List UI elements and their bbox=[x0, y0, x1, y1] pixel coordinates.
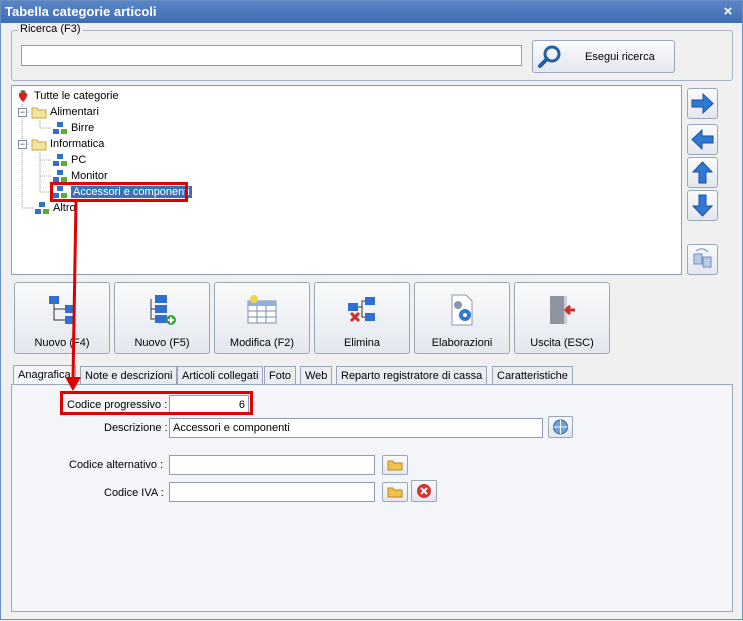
gear-document-icon bbox=[451, 294, 473, 326]
category-icon bbox=[53, 154, 67, 167]
descrizione-field[interactable]: Accessori e componenti bbox=[169, 418, 543, 438]
category-table-window: Tabella categorie articoli × Ricerca (F3… bbox=[0, 0, 743, 620]
search-button[interactable]: Esegui ricerca bbox=[532, 40, 675, 73]
expander-informatica[interactable]: − bbox=[18, 140, 27, 149]
folder-open-icon bbox=[387, 487, 403, 498]
search-icon bbox=[538, 45, 561, 68]
category-icon bbox=[35, 202, 49, 215]
tab-foto[interactable]: Foto bbox=[264, 366, 297, 385]
close-button[interactable]: × bbox=[720, 1, 736, 23]
tab-web[interactable]: Web bbox=[300, 366, 333, 385]
edit-f2-button[interactable]: Modifica (F2) bbox=[214, 282, 310, 354]
move-left-button[interactable] bbox=[687, 124, 718, 155]
arrow-left-icon bbox=[691, 128, 714, 151]
tree-item-label: Monitor bbox=[71, 170, 108, 183]
category-tree[interactable]: − − Tutte le categorie Alimentari Birre … bbox=[11, 85, 682, 275]
tree-item-birre[interactable]: Birre bbox=[52, 120, 94, 136]
delete-label: Elimina bbox=[343, 337, 381, 349]
search-button-label: Esegui ricerca bbox=[585, 51, 655, 63]
new-child-icon bbox=[150, 295, 176, 325]
exit-label: Uscita (ESC) bbox=[530, 337, 594, 349]
highlight-codice-progressivo bbox=[60, 391, 253, 415]
exit-door-icon bbox=[550, 296, 575, 324]
window-title: Tabella categorie articoli bbox=[5, 4, 157, 19]
arrow-right-icon bbox=[691, 92, 714, 115]
title-bar: Tabella categorie articoli × bbox=[1, 1, 742, 23]
codice-alternativo-label: Codice alternativo : bbox=[69, 459, 164, 471]
category-icon bbox=[53, 122, 67, 135]
globe-icon bbox=[553, 419, 568, 435]
tree-item-altro[interactable]: Altro bbox=[34, 200, 76, 216]
processing-label: Elaborazioni bbox=[431, 337, 493, 349]
clear-icon bbox=[417, 484, 431, 498]
highlight-selected-category bbox=[50, 182, 188, 202]
folder-icon bbox=[31, 107, 47, 119]
tab-reparto-registratore[interactable]: Reparto registratore di cassa bbox=[336, 366, 488, 385]
new-f4-label: Nuovo (F4) bbox=[34, 337, 90, 349]
tree-item-informatica[interactable]: Informatica bbox=[31, 136, 104, 152]
move-right-button[interactable] bbox=[687, 88, 718, 119]
edit-table-icon bbox=[247, 295, 277, 324]
exit-button[interactable]: Uscita (ESC) bbox=[514, 282, 610, 354]
new-f5-label: Nuovo (F5) bbox=[134, 337, 190, 349]
tree-item-label: Tutte le categorie bbox=[34, 90, 119, 103]
tab-caratteristiche[interactable]: Caratteristiche bbox=[492, 366, 573, 385]
search-input[interactable] bbox=[21, 45, 522, 66]
move-down-button[interactable] bbox=[687, 190, 718, 221]
arrow-down-icon bbox=[691, 194, 714, 217]
new-f4-button[interactable]: Nuovo (F4) bbox=[14, 282, 110, 354]
translate-button[interactable] bbox=[548, 416, 573, 438]
tree-item-label: Birre bbox=[71, 122, 95, 135]
codice-iva-clear-button[interactable] bbox=[411, 480, 437, 502]
descrizione-label: Descrizione : bbox=[104, 422, 168, 434]
tab-note-e-descrizioni[interactable]: Note e descrizioni bbox=[80, 366, 178, 385]
new-sibling-icon bbox=[49, 296, 75, 324]
swap-button[interactable] bbox=[687, 244, 718, 275]
codice-alternativo-browse-button[interactable] bbox=[382, 455, 408, 475]
codice-iva-field[interactable] bbox=[169, 482, 375, 502]
folder-open-icon bbox=[387, 460, 403, 471]
delete-button[interactable]: Elimina bbox=[314, 282, 410, 354]
expander-alimentari[interactable]: − bbox=[18, 108, 27, 117]
delete-node-icon bbox=[348, 297, 375, 323]
folder-icon bbox=[31, 139, 47, 151]
tree-item-alimentari[interactable]: Alimentari bbox=[31, 104, 99, 120]
tree-item-label: Informatica bbox=[50, 138, 105, 151]
new-f5-button[interactable]: Nuovo (F5) bbox=[114, 282, 210, 354]
tree-item-label: Alimentari bbox=[50, 106, 99, 119]
codice-iva-browse-button[interactable] bbox=[382, 482, 408, 502]
tree-item-pc[interactable]: PC bbox=[52, 152, 86, 168]
tree-item-label: PC bbox=[71, 154, 87, 167]
tree-item-label: Altro bbox=[53, 202, 76, 215]
swap-icon bbox=[693, 248, 712, 268]
category-icon bbox=[53, 170, 67, 183]
codice-alternativo-field[interactable] bbox=[169, 455, 375, 475]
edit-f2-label: Modifica (F2) bbox=[229, 337, 295, 349]
arrow-up-icon bbox=[691, 161, 714, 184]
tab-anagrafica[interactable]: Anagrafica bbox=[13, 365, 76, 386]
codice-iva-label: Codice IVA : bbox=[104, 487, 164, 499]
search-group-label: Ricerca (F3) bbox=[18, 23, 83, 35]
strawberry-icon bbox=[18, 90, 28, 103]
tab-articoli-collegati[interactable]: Articoli collegati bbox=[177, 366, 264, 385]
tree-item-all-categories[interactable]: Tutte le categorie bbox=[15, 88, 119, 104]
move-up-button[interactable] bbox=[687, 157, 718, 188]
processing-button[interactable]: Elaborazioni bbox=[414, 282, 510, 354]
